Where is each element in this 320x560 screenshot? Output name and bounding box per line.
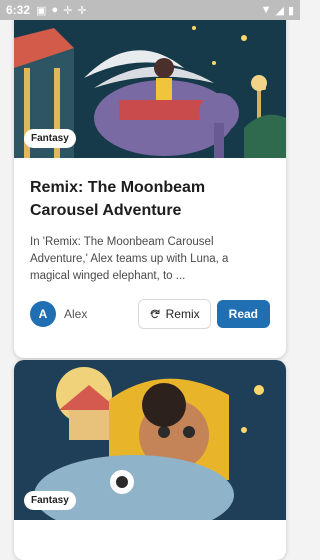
status-bar: 6:32 ▣ ● ✛ ✛ ▼ ◢ ▮ <box>0 0 300 20</box>
story-title[interactable]: Remix: The Moonbeam Carousel Adventure <box>30 176 270 222</box>
story-description: In 'Remix: The Moonbeam Carousel Adventu… <box>30 236 229 282</box>
story-card[interactable]: Fantasy <box>14 360 286 560</box>
category-badge: Fantasy <box>24 129 76 148</box>
category-badge: Fantasy <box>24 491 76 510</box>
avatar-initial: A <box>38 307 48 321</box>
read-button[interactable]: Read <box>216 300 270 328</box>
read-label: Read <box>228 307 258 321</box>
story-card[interactable]: Fantasy Remix: The Moonbeam Carousel Adv… <box>14 8 286 358</box>
status-time: 6:32 <box>6 3 31 17</box>
wrench-icon: ✛ <box>63 4 73 17</box>
avatar: A <box>30 301 56 327</box>
battery-icon: ▮ <box>287 4 294 17</box>
pin-icon: ● <box>51 4 59 16</box>
story-cover-image[interactable]: Fantasy <box>14 360 286 520</box>
story-cover-image[interactable]: Fantasy <box>14 8 286 158</box>
remix-button[interactable]: Remix <box>137 299 211 329</box>
remix-label: Remix <box>165 307 200 321</box>
wifi-icon: ▼ <box>260 4 272 16</box>
author-name: Alex <box>64 307 88 321</box>
signal-icon: ◢ <box>275 4 284 17</box>
refresh-icon <box>150 309 160 319</box>
a-icon: ▣ <box>36 4 47 17</box>
wrench-icon: ✛ <box>77 4 87 17</box>
